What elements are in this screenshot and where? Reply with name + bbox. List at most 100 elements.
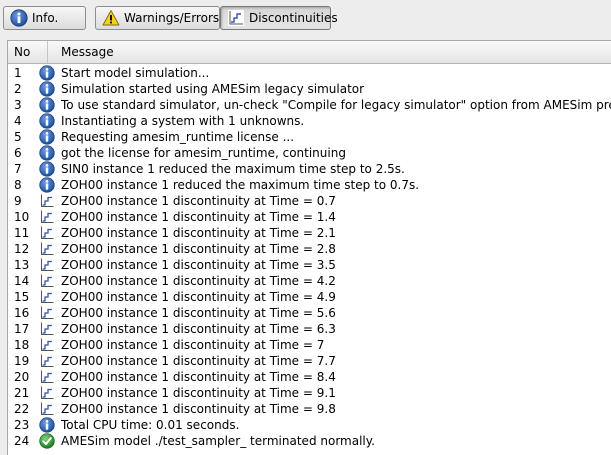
discontinuity-icon	[39, 353, 55, 369]
discontinuity-icon	[39, 209, 55, 225]
discontinuity-icon	[39, 257, 55, 273]
row-number: 1	[14, 66, 22, 80]
column-header-message[interactable]: Message	[55, 41, 611, 63]
row-message: Simulation started using AMESim legacy s…	[61, 82, 365, 96]
row-number: 4	[14, 114, 22, 128]
table-row[interactable]: 1 Start model simulation...	[8, 65, 611, 81]
row-number: 10	[14, 210, 30, 224]
row-number: 12	[14, 242, 30, 256]
table-row[interactable]: 13 ZOH00 instance 1 discontinuity at Time…	[8, 257, 611, 273]
table-row[interactable]: 11 ZOH00 instance 1 discontinuity at Time…	[8, 225, 611, 241]
row-message: ZOH00 instance 1 discontinuity at Time =…	[61, 242, 336, 256]
row-message: AMESim model ./test_sampler_ terminated …	[61, 434, 375, 448]
row-message: ZOH00 instance 1 discontinuity at Time =…	[61, 354, 336, 368]
info-icon	[10, 9, 28, 27]
discontinuity-icon	[39, 337, 55, 353]
row-message: ZOH00 instance 1 discontinuity at Time =…	[61, 370, 336, 384]
info-icon	[39, 113, 55, 129]
table-row[interactable]: 16 ZOH00 instance 1 discontinuity at Time…	[8, 305, 611, 321]
row-number: 18	[14, 338, 30, 352]
row-number: 14	[14, 274, 30, 288]
info-icon	[39, 145, 55, 161]
info-icon	[39, 177, 55, 193]
info-icon	[39, 65, 55, 81]
table-row[interactable]: 9 ZOH00 instance 1 discontinuity at Time …	[8, 193, 611, 209]
discontinuity-icon	[39, 321, 55, 337]
table-row[interactable]: 24 AMESim model ./test_sampler_ terminate…	[8, 433, 611, 449]
discontinuity-icon	[39, 369, 55, 385]
row-message: Start model simulation...	[61, 66, 210, 80]
row-number: 23	[14, 418, 30, 432]
message-filter-toolbar: Info. Warnings/Errors Discontinuities	[0, 0, 611, 37]
row-number: 24	[14, 434, 30, 448]
table-row[interactable]: 6 got the license for amesim_runtime, con…	[8, 145, 611, 161]
row-message: ZOH00 instance 1 discontinuity at Time =…	[61, 306, 336, 320]
info-icon	[39, 417, 55, 433]
discontinuities-filter-button[interactable]: Discontinuities	[220, 6, 338, 30]
info-icon	[39, 161, 55, 177]
table-row[interactable]: 4 Instantiating a system with 1 unknowns.	[8, 113, 611, 129]
row-number: 8	[14, 178, 22, 192]
info-icon	[39, 81, 55, 97]
warnings-errors-filter-label: Warnings/Errors	[124, 11, 220, 25]
discontinuity-icon	[39, 193, 55, 209]
row-message: ZOH00 instance 1 discontinuity at Time =…	[61, 338, 325, 352]
row-number: 3	[14, 98, 22, 112]
row-number: 11	[14, 226, 30, 240]
discontinuity-icon	[39, 305, 55, 321]
table-row[interactable]: 3 To use standard simulator, un-check "Co…	[8, 97, 611, 113]
row-message: Total CPU time: 0.01 seconds.	[61, 418, 240, 432]
row-message: ZOH00 instance 1 discontinuity at Time =…	[61, 290, 336, 304]
discontinuity-icon	[39, 225, 55, 241]
table-row[interactable]: 22 ZOH00 instance 1 discontinuity at Time…	[8, 401, 611, 417]
table-row[interactable]: 14 ZOH00 instance 1 discontinuity at Time…	[8, 273, 611, 289]
table-row[interactable]: 7 SIN0 instance 1 reduced the maximum tim…	[8, 161, 611, 177]
row-number: 2	[14, 82, 22, 96]
row-message: ZOH00 instance 1 reduced the maximum tim…	[61, 178, 420, 192]
table-row[interactable]: 5 Requesting amesim_runtime license ...	[8, 129, 611, 145]
row-number: 16	[14, 306, 30, 320]
table-row[interactable]: 2 Simulation started using AMESim legacy …	[8, 81, 611, 97]
message-table: No Message 1 Start model simulation... 2 Si…	[7, 40, 611, 455]
row-number: 13	[14, 258, 30, 272]
table-row[interactable]: 20 ZOH00 instance 1 discontinuity at Time…	[8, 369, 611, 385]
warning-icon	[102, 9, 120, 27]
discontinuities-filter-label: Discontinuities	[249, 11, 338, 25]
row-number: 21	[14, 386, 30, 400]
row-number: 22	[14, 402, 30, 416]
info-icon	[39, 97, 55, 113]
discontinuity-icon	[227, 9, 245, 27]
row-message: ZOH00 instance 1 discontinuity at Time =…	[61, 226, 336, 240]
success-check-icon	[39, 433, 55, 449]
info-icon	[39, 129, 55, 145]
message-rows: 1 Start model simulation... 2 Simulation st…	[8, 65, 611, 449]
row-message: To use standard simulator, un-check "Com…	[61, 98, 611, 112]
table-row[interactable]: 19 ZOH00 instance 1 discontinuity at Time…	[8, 353, 611, 369]
row-number: 7	[14, 162, 22, 176]
discontinuity-icon	[39, 401, 55, 417]
table-row[interactable]: 15 ZOH00 instance 1 discontinuity at Time…	[8, 289, 611, 305]
discontinuity-icon	[39, 289, 55, 305]
table-row[interactable]: 17 ZOH00 instance 1 discontinuity at Time…	[8, 321, 611, 337]
row-message: ZOH00 instance 1 discontinuity at Time =…	[61, 386, 336, 400]
discontinuity-icon	[39, 241, 55, 257]
table-row[interactable]: 18 ZOH00 instance 1 discontinuity at Time…	[8, 337, 611, 353]
row-message: ZOH00 instance 1 discontinuity at Time =…	[61, 194, 336, 208]
row-number: 17	[14, 322, 30, 336]
row-number: 15	[14, 290, 30, 304]
info-filter-button[interactable]: Info.	[3, 6, 86, 30]
table-row[interactable]: 21 ZOH00 instance 1 discontinuity at Time…	[8, 385, 611, 401]
table-header: No Message	[8, 41, 611, 64]
row-number: 20	[14, 370, 30, 384]
table-row[interactable]: 8 ZOH00 instance 1 reduced the maximum ti…	[8, 177, 611, 193]
column-header-no[interactable]: No	[8, 41, 48, 63]
warnings-errors-filter-button[interactable]: Warnings/Errors	[95, 6, 220, 30]
table-row[interactable]: 12 ZOH00 instance 1 discontinuity at Time…	[8, 241, 611, 257]
row-message: SIN0 instance 1 reduced the maximum time…	[61, 162, 405, 176]
table-row[interactable]: 23 Total CPU time: 0.01 seconds.	[8, 417, 611, 433]
discontinuity-icon	[39, 273, 55, 289]
row-message: ZOH00 instance 1 discontinuity at Time =…	[61, 322, 336, 336]
row-number: 19	[14, 354, 30, 368]
row-message: ZOH00 instance 1 discontinuity at Time =…	[61, 274, 336, 288]
table-row[interactable]: 10 ZOH00 instance 1 discontinuity at Time…	[8, 209, 611, 225]
